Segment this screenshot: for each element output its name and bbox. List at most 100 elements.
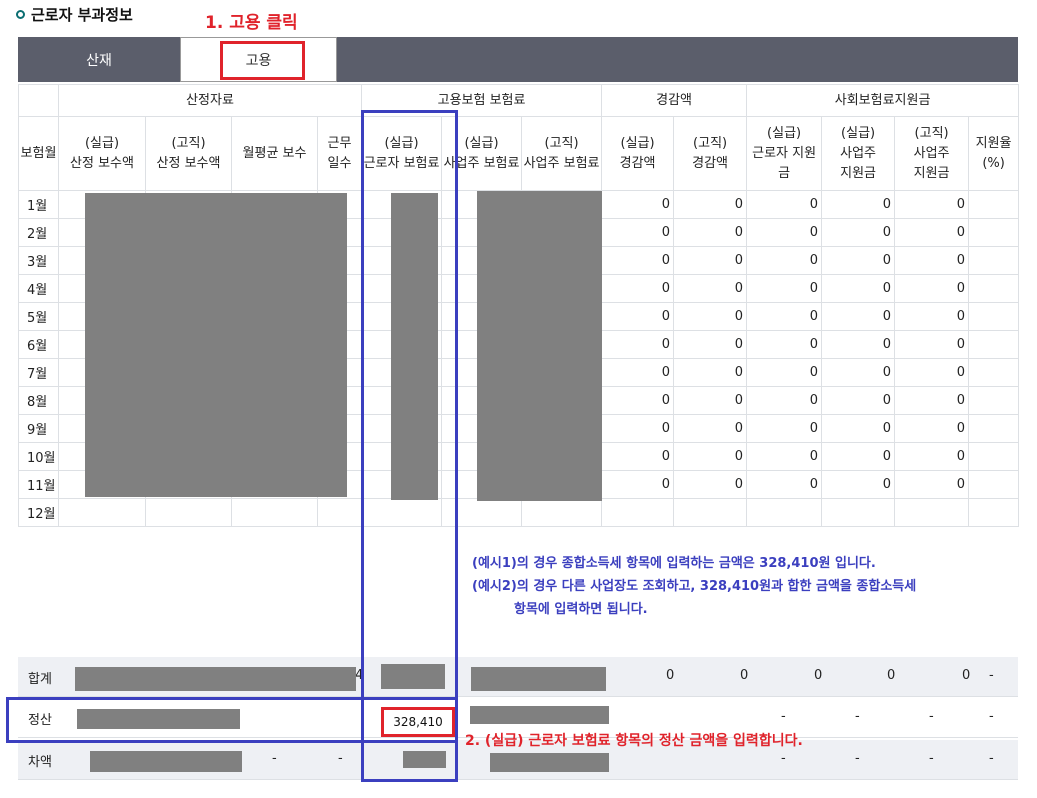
settle-dash: - [989,709,994,724]
tab-bar: 산재 고용 [18,37,1018,82]
column-header-line: (고직) [171,135,206,151]
table-cell: 0 [601,190,675,219]
table-cell: 0 [673,386,748,415]
example-notes: (예시1)의 경우 종합소득세 항목에 입력하는 금액은 328,410원 입니… [472,552,916,621]
table-cell: 0 [821,218,896,247]
total-value: 0 [666,668,675,683]
annotation-step1: 1. 고용 클릭 [205,13,298,33]
month-cell: 12월 [18,498,59,527]
column-header-line: 산정 보수액 [70,155,134,171]
diff-label: 차액 [28,755,52,770]
month-cell: 8월 [18,386,59,415]
table-cell: 0 [673,442,748,471]
highlight-settle-row [6,697,458,743]
table-cell: 0 [746,302,823,331]
settle-dash: - [929,709,934,724]
table-cell [673,498,748,527]
table-cell: 0 [894,218,970,247]
column-header: (실급) 사업주 지원금 [821,116,896,191]
tab-sanjae[interactable]: 산재 [18,37,180,82]
table-cell: 0 [673,358,748,387]
table-cell [968,302,1020,331]
table-cell: 0 [673,246,748,275]
table-cell [894,498,970,527]
table-cell [968,218,1020,247]
redacted-block [470,706,609,724]
column-header-line: (실급) [841,125,876,141]
table-cell: 0 [746,358,823,387]
group-sanjeong: 산정자료 [57,84,363,117]
table-cell: 0 [746,330,823,359]
diff-dash: - [272,751,277,766]
table-cell: 0 [601,302,675,331]
column-header: 보험월 [18,116,59,191]
table-cell: 0 [821,414,896,443]
table-cell [968,498,1020,527]
table-cell [968,246,1020,275]
settle-dash: - [781,709,786,724]
diff-dash: - [338,751,343,766]
table-cell [601,498,675,527]
table-cell [145,498,232,527]
redacted-block [477,191,602,501]
table-cell: 0 [821,442,896,471]
table-cell: 0 [601,442,675,471]
column-header-line: 사업주 [840,145,877,161]
redacted-block [90,751,242,772]
redacted-block [471,667,606,691]
table-cell: 0 [894,414,970,443]
table-cell: 0 [673,330,748,359]
diff-dash: - [929,751,934,766]
section-title-text: 근로자 부과정보 [31,6,133,24]
column-header: (실급) 산정 보수액 [58,116,146,191]
total-value: 0 [887,668,896,683]
table-cell: 0 [746,190,823,219]
settle-dash: - [855,709,860,724]
table-cell: 0 [821,386,896,415]
redacted-block [75,667,356,691]
column-header-line: 보험월 [20,145,57,161]
table-cell: 0 [601,386,675,415]
highlight-worker-premium-column [361,110,458,782]
total-label: 합계 [28,672,52,687]
table-cell: 0 [601,218,675,247]
table-cell: 0 [821,274,896,303]
table-cell [968,358,1020,387]
column-header: (실급) 근로자 지원금 [746,116,823,191]
table-cell: 0 [894,386,970,415]
redacted-block [490,753,609,772]
column-header: 월평균 보수 [231,116,318,191]
table-cell: 0 [673,274,748,303]
table-cell [316,498,363,527]
total-dash: - [989,668,994,683]
column-header-line: 월평균 보수 [242,145,307,161]
group-spacer [18,84,59,117]
table-cell: 0 [601,414,675,443]
column-header-line: (실급) [767,125,802,141]
month-cell: 2월 [18,218,59,247]
table-cell: 0 [821,246,896,275]
table-cell: 0 [601,274,675,303]
table-cell [746,498,823,527]
column-header-line: 근무 [327,135,352,151]
column-header-line: (고직) [693,135,728,151]
column-header-line: (%) [982,155,1005,171]
column-header-line: 근로자 지원금 [752,145,817,181]
table-cell: 0 [821,358,896,387]
table-cell: 0 [746,386,823,415]
table-cell [968,414,1020,443]
column-header-line: (실급) [620,135,655,151]
month-cell: 5월 [18,302,59,331]
total-value: 0 [740,668,749,683]
column-header-line: 지원율 [975,135,1012,151]
diff-dash: - [781,751,786,766]
column-header-line: 사업주 [913,145,950,161]
table-cell [58,498,146,527]
table-cell: 0 [746,246,823,275]
table-cell: 0 [601,358,675,387]
month-cell: 9월 [18,414,59,443]
table-row: 12월 [18,498,1020,527]
table-cell: 0 [894,302,970,331]
month-cell: 6월 [18,330,59,359]
table-cell: 0 [894,442,970,471]
